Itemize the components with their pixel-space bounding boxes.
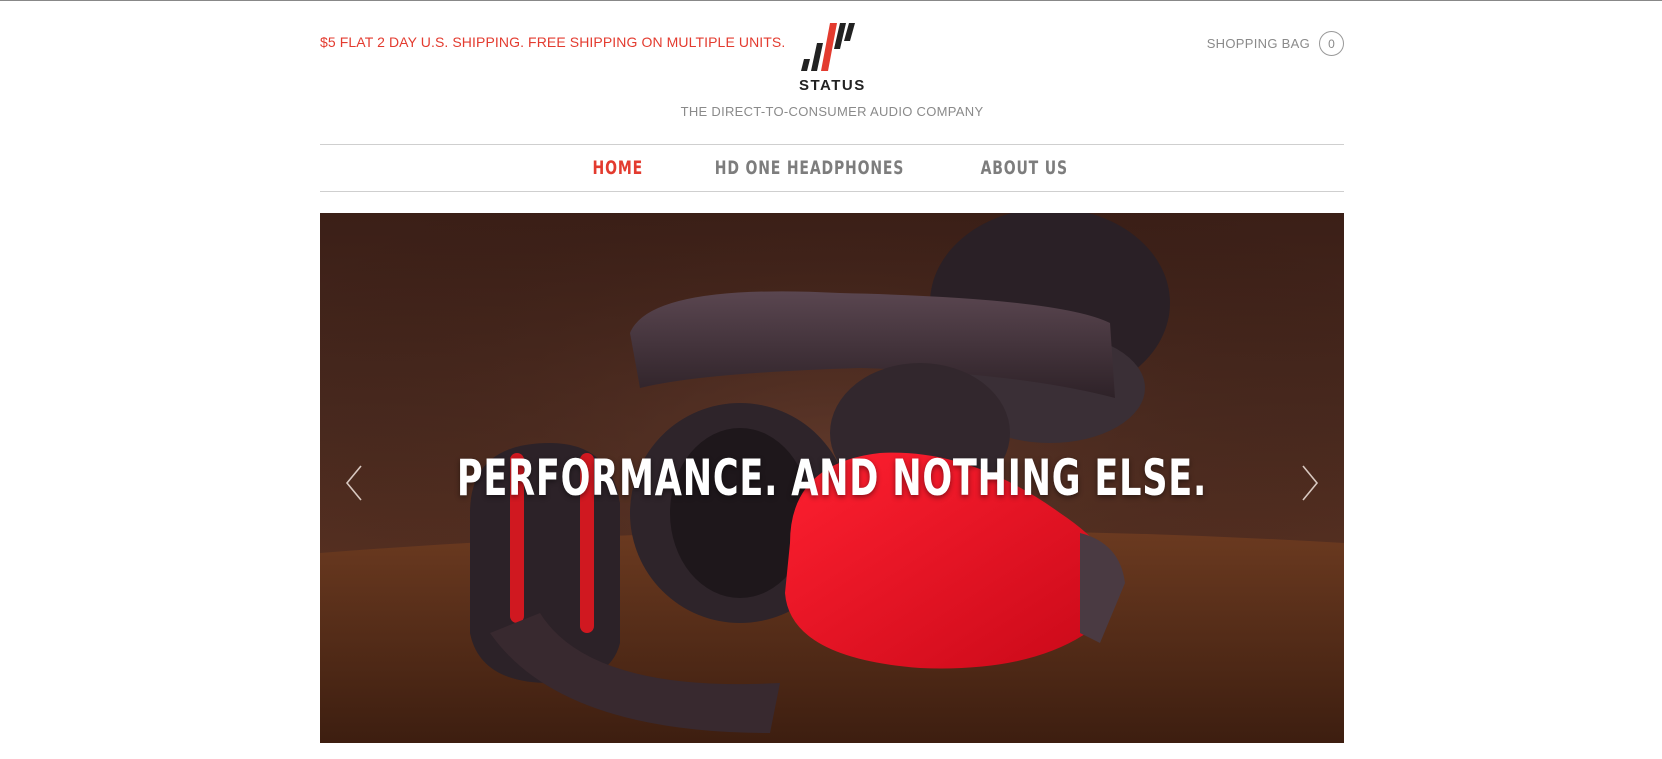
slideshow-next-button[interactable]	[1300, 463, 1320, 503]
nav-item-about-us[interactable]: ABOUT US	[981, 157, 1068, 179]
status-logo[interactable]: STATUS	[799, 21, 866, 94]
hero-headline: PERFORMANCE. AND NOTHING ELSE.	[456, 449, 1208, 507]
chevron-right-icon	[1302, 465, 1319, 501]
logo-mark-icon	[801, 23, 855, 71]
shipping-promo: $5 FLAT 2 DAY U.S. SHIPPING. FREE SHIPPI…	[320, 34, 786, 50]
shopping-bag-label[interactable]: SHOPPING BAG	[1207, 36, 1310, 51]
main-nav: HOME HD ONE HEADPHONES ABOUT US	[320, 144, 1344, 192]
chevron-left-icon	[345, 465, 362, 501]
shopping-bag-count[interactable]: 0	[1319, 31, 1344, 56]
slideshow-prev-button[interactable]	[344, 463, 364, 503]
tagline: THE DIRECT-TO-CONSUMER AUDIO COMPANY	[680, 104, 984, 119]
page-container: $5 FLAT 2 DAY U.S. SHIPPING. FREE SHIPPI…	[320, 1, 1344, 759]
hero-slideshow[interactable]: PERFORMANCE. AND NOTHING ELSE.	[320, 213, 1344, 743]
nav-item-home[interactable]: HOME	[592, 157, 642, 179]
logo-wordmark: STATUS	[799, 77, 866, 94]
nav-item-hd-one-headphones[interactable]: HD ONE HEADPHONES	[715, 157, 904, 179]
shopping-bag[interactable]: SHOPPING BAG 0	[1207, 31, 1344, 56]
